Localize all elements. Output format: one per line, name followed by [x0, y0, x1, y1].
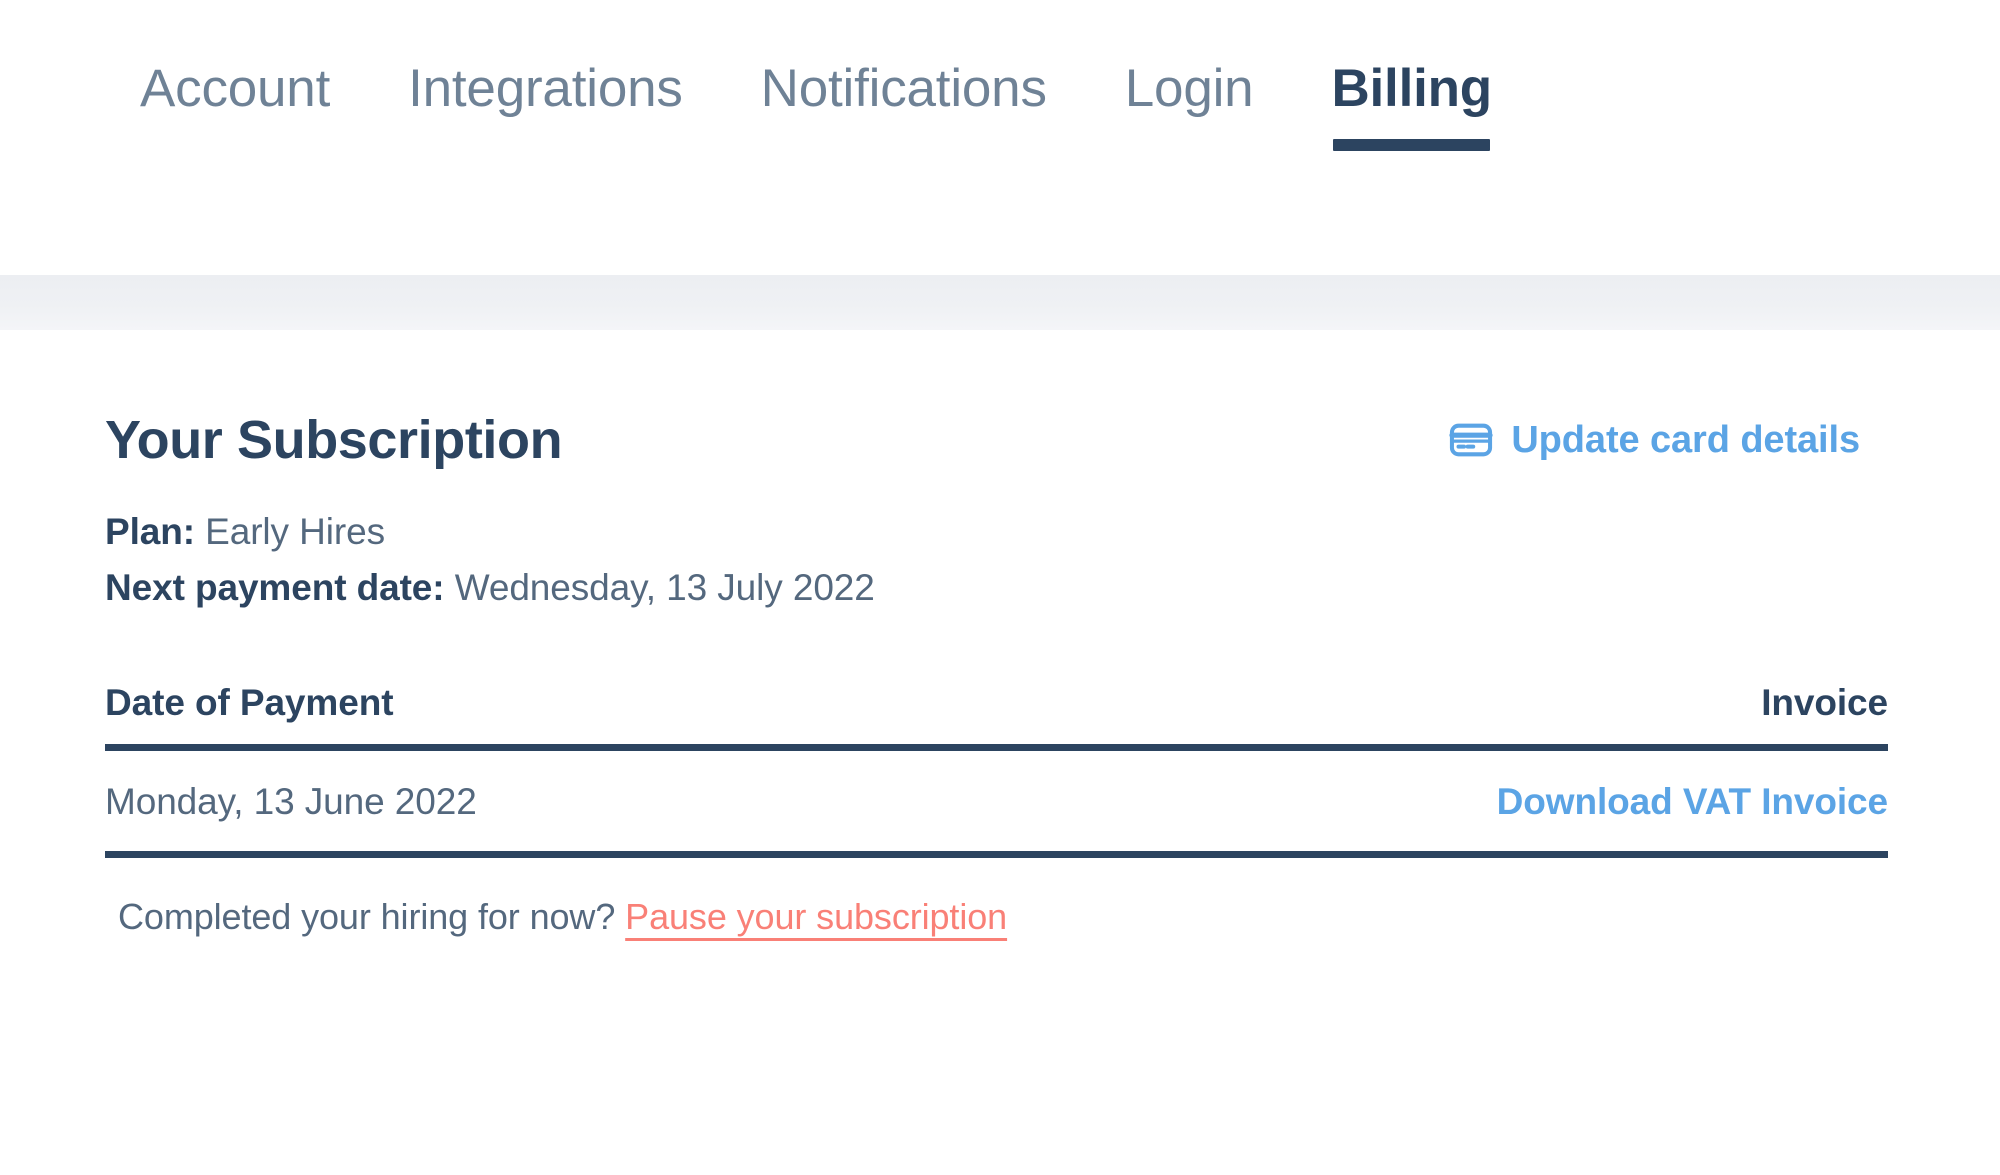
credit-card-icon — [1449, 418, 1493, 462]
plan-label: Plan: — [105, 511, 195, 552]
update-card-details-link[interactable]: Update card details — [1449, 418, 1860, 462]
next-payment-row: Next payment date: Wednesday, 13 July 20… — [105, 560, 1860, 616]
tab-billing[interactable]: Billing — [1331, 58, 1492, 151]
invoice-table-head: Date of Payment Invoice — [105, 682, 1888, 752]
pause-subscription-link[interactable]: Pause your subscription — [625, 896, 1007, 937]
tab-account[interactable]: Account — [140, 58, 330, 151]
download-vat-invoice-link[interactable]: Download VAT Invoice — [1497, 781, 1888, 822]
pause-subscription-row: Completed your hiring for now? Pause you… — [118, 894, 1860, 941]
settings-tab-nav: Account Integrations Notifications Login… — [0, 0, 2000, 275]
plan-row: Plan: Early Hires — [105, 504, 1860, 560]
payment-date-cell: Monday, 13 June 2022 — [105, 747, 997, 859]
column-header-invoice: Invoice — [996, 682, 1888, 752]
invoice-table-header-row: Date of Payment Invoice — [105, 682, 1888, 752]
billing-settings-page: Account Integrations Notifications Login… — [0, 0, 2000, 1175]
update-card-details-label: Update card details — [1511, 418, 1860, 461]
tab-notifications[interactable]: Notifications — [761, 58, 1047, 151]
pause-prompt-text: Completed your hiring for now? — [118, 896, 616, 938]
section-divider-band — [0, 275, 2000, 330]
invoice-table-body: Monday, 13 June 2022 Download VAT Invoic… — [105, 747, 1888, 859]
page-title: Your Subscription — [105, 410, 563, 470]
invoice-cell: Download VAT Invoice — [996, 747, 1888, 859]
tab-login[interactable]: Login — [1125, 58, 1254, 151]
plan-info: Plan: Early Hires Next payment date: Wed… — [105, 504, 1860, 616]
table-row: Monday, 13 June 2022 Download VAT Invoic… — [105, 747, 1888, 859]
subscription-header: Your Subscription Update card details — [105, 330, 1860, 467]
billing-content: Your Subscription Update card details Pl… — [0, 330, 2000, 941]
column-header-date-of-payment: Date of Payment — [105, 682, 997, 752]
next-payment-value: Wednesday, 13 July 2022 — [454, 567, 875, 609]
tab-integrations[interactable]: Integrations — [408, 58, 683, 151]
plan-value: Early Hires — [205, 511, 385, 552]
invoice-table: Date of Payment Invoice Monday, 13 June … — [105, 682, 1888, 859]
next-payment-label: Next payment date: — [105, 567, 445, 609]
